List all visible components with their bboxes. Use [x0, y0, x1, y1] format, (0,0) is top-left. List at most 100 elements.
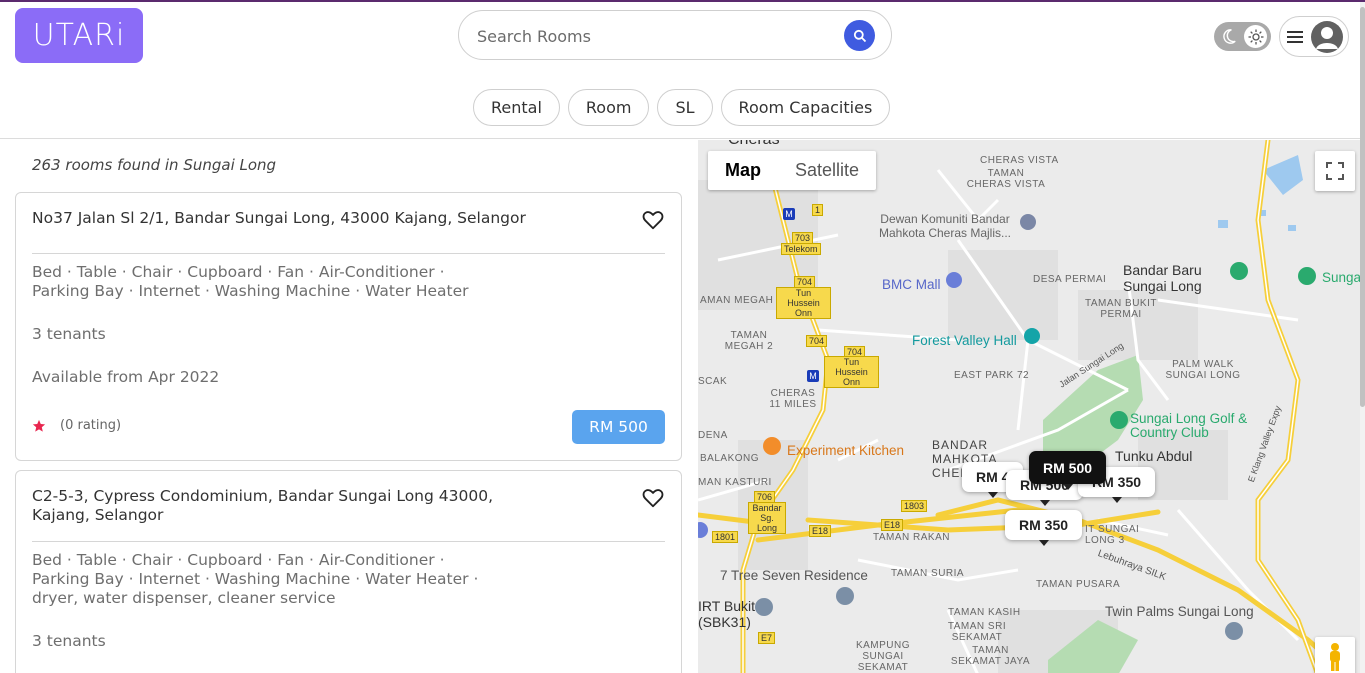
theme-knob	[1244, 25, 1267, 48]
map-label: Bandar Baru Sungai Long	[1123, 262, 1202, 294]
moon-icon	[1223, 29, 1236, 44]
filter-rental[interactable]: Rental	[473, 89, 560, 126]
road-shield: Telekom	[781, 243, 821, 255]
star-icon	[32, 419, 46, 432]
park-icon-2	[1298, 267, 1316, 285]
map-label: DENA	[698, 430, 728, 441]
road-shield: 1803	[901, 500, 928, 512]
page-scrollbar[interactable]	[1360, 2, 1365, 673]
road-shield: Tun Hussein Onn	[776, 287, 831, 319]
listing-rating: (0 rating)	[32, 418, 121, 433]
filter-bar: Rental Room SL Room Capacities	[473, 89, 891, 126]
user-menu-button[interactable]	[1279, 16, 1349, 57]
road-shield: Bandar Sg. Long	[748, 502, 786, 534]
twin-palms-pin-icon	[1225, 622, 1243, 640]
map-label: Experiment Kitchen	[787, 443, 905, 458]
map-label: 7 Tree Seven Residence	[720, 568, 868, 583]
search-bar	[458, 10, 892, 60]
road-shield: E18	[881, 519, 904, 531]
map-label: KAMPUNG SUNGAI SEKAMAT	[855, 640, 911, 673]
listing-availability: Available from Apr 2022	[32, 368, 220, 386]
scrollbar-thumb[interactable]	[1360, 7, 1365, 407]
map-label: MAN KASTURI	[698, 477, 772, 488]
amenities-line: Bed · Table · Chair · Cupboard · Fan · A…	[32, 263, 445, 281]
mall-icon	[946, 272, 962, 288]
avatar	[1311, 21, 1343, 53]
amenities-line: dryer, water dispenser, cleaner service	[32, 589, 336, 607]
pegman-icon	[1330, 643, 1340, 671]
filter-room-capacities[interactable]: Room Capacities	[720, 89, 891, 126]
user-icon	[1316, 27, 1338, 49]
listing-tenants: 3 tenants	[32, 632, 106, 650]
golf-icon	[1110, 411, 1128, 429]
price-marker-selected[interactable]: RM 500	[1029, 451, 1107, 490]
map-label: AMAN MEGAH	[700, 295, 774, 306]
listing-amenities: Bed · Table · Chair · Cupboard · Fan · A…	[32, 551, 502, 608]
map-label: TAMAN SURIA	[891, 568, 965, 579]
map-label: BALAKONG	[700, 453, 760, 464]
results-count: 263 rooms found in Sungai Long	[32, 156, 277, 174]
restaurant-icon	[763, 437, 781, 455]
road-shield: E7	[758, 632, 776, 644]
listing-address: C2-5-3, Cypress Condominium, Bandar Sung…	[32, 487, 494, 524]
map-label: SCAK	[698, 376, 728, 387]
map-label: Dewan Komuniti Bandar Mahkota Cheras Maj…	[878, 212, 1012, 240]
map-type-control: Map Satellite	[708, 151, 877, 190]
road-shield: 1801	[712, 531, 739, 543]
road-shield: E18	[809, 525, 832, 537]
top-header: UTARi Search Rooms Rental Room SL Room C…	[0, 2, 1365, 139]
residence-pin-icon	[836, 587, 854, 605]
amenities-line: Parking Bay · Internet · Washing Machine…	[32, 282, 469, 300]
search-icon	[853, 29, 866, 42]
search-button[interactable]	[844, 20, 875, 51]
map-label: BMC Mall	[882, 277, 941, 292]
map-label: TAMAN SEKAMAT JAYA	[950, 645, 1031, 667]
price-button[interactable]: RM 500	[572, 410, 665, 444]
rating-text: (0 rating)	[60, 418, 122, 433]
metro-icon: M	[807, 370, 819, 382]
amenities-line: Parking Bay · Internet · Washing Machine…	[32, 570, 479, 588]
menu-icon	[1287, 31, 1303, 43]
map-label: IRT Bukit (SBK31)	[698, 598, 756, 630]
road-shield: 704	[806, 335, 828, 347]
fullscreen-icon	[1326, 162, 1344, 180]
theme-toggle[interactable]	[1214, 22, 1271, 51]
filter-sl[interactable]: SL	[657, 89, 713, 126]
map-label: TAMAN MEGAH 2	[724, 330, 774, 352]
heart-icon[interactable]	[642, 209, 664, 231]
map-type-satellite[interactable]: Satellite	[778, 151, 876, 190]
map-label: Twin Palms Sungai Long	[1105, 604, 1254, 619]
map-label: PALM WALK SUNGAI LONG	[1165, 359, 1241, 381]
listing-card[interactable]: No37 Jalan Sl 2/1, Bandar Sungai Long, 4…	[15, 192, 682, 461]
heart-icon[interactable]	[642, 487, 664, 509]
amenities-line: Bed · Table · Chair · Cupboard · Fan · A…	[32, 551, 445, 569]
map-label: TAMAN CHERAS VISTA	[966, 168, 1046, 190]
sun-icon	[1248, 29, 1263, 44]
map-label: Sunga	[1322, 270, 1360, 285]
fullscreen-button[interactable]	[1315, 151, 1355, 191]
map-label: IT SUNGAI LONG 3	[1085, 524, 1140, 546]
logo[interactable]: UTARi	[15, 8, 143, 63]
map-label: DESA PERMAI	[1033, 274, 1107, 285]
listing-tenants: 3 tenants	[32, 325, 106, 343]
map-label: Forest Valley Hall	[912, 333, 1017, 348]
price-marker[interactable]: RM 350	[1005, 510, 1083, 546]
map-label: EAST PARK 72	[954, 370, 1030, 381]
listing-amenities: Bed · Table · Chair · Cupboard · Fan · A…	[32, 263, 502, 301]
map-label: TAMAN BUKIT PERMAI	[1085, 298, 1157, 320]
listing-card[interactable]: C2-5-3, Cypress Condominium, Bandar Sung…	[15, 470, 682, 673]
street-view-button[interactable]	[1315, 637, 1355, 673]
map-view[interactable]: Cheras CHERAS VISTA TAMAN CHERAS VISTA D…	[698, 140, 1360, 673]
map-label: Tunku Abdul	[1115, 448, 1193, 464]
divider	[32, 541, 665, 542]
listing-address: No37 Jalan Sl 2/1, Bandar Sungai Long, 4…	[32, 209, 526, 227]
map-label: TAMAN RAKAN	[873, 532, 950, 543]
metro-icon: M	[783, 208, 795, 220]
hall-icon	[1024, 328, 1040, 344]
map-label: Cheras	[728, 140, 780, 149]
search-input[interactable]	[477, 23, 837, 49]
map-type-map[interactable]: Map	[708, 151, 778, 190]
filter-room[interactable]: Room	[567, 89, 650, 126]
map-label: TAMAN PUSARA	[1036, 579, 1121, 590]
map-label: CHERAS 11 MILES	[769, 388, 817, 410]
